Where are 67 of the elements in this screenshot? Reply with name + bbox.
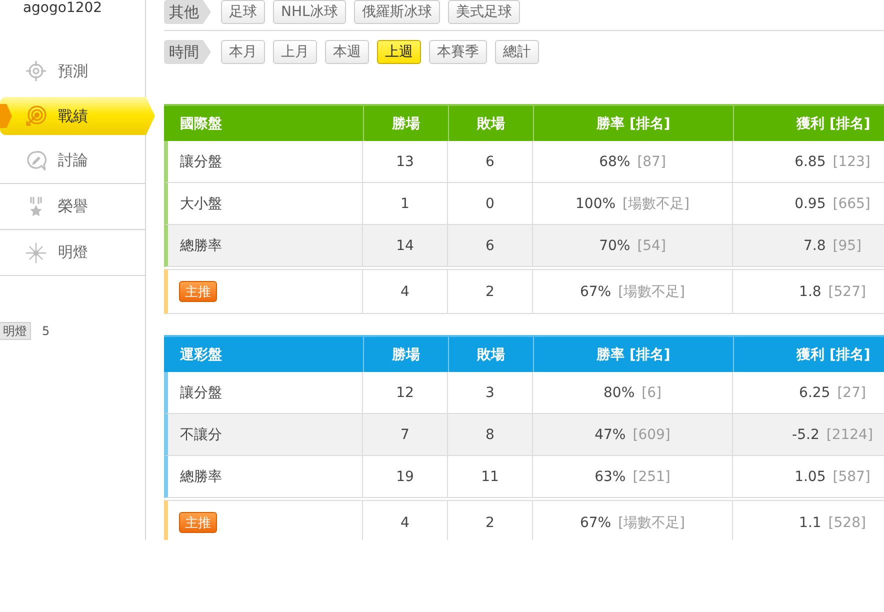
table-cell: 1.05 [587] [733,456,884,497]
crosshair-icon [25,60,47,82]
filter-button[interactable]: 上週 [377,40,421,64]
table-cell: 4 [363,270,448,313]
table-cell: 14 [363,225,448,266]
stat-count: 5 [42,324,50,338]
filter-button[interactable]: 足球 [221,0,265,24]
target-icon [25,105,47,127]
filter-button[interactable]: 總計 [495,40,539,64]
column-header: 國際盤 [179,114,223,134]
table-cell: 12 [363,372,448,413]
row-label: 總勝率 [168,225,363,266]
speech-bubble-icon [25,150,47,172]
table-cell: 47% [609] [533,414,733,455]
table-cell: 100% [場數不足] [533,183,733,224]
table-cell: 19 [363,456,448,497]
filter-button[interactable]: 本月 [221,40,265,64]
table-cell: 1.1 [528] [733,501,884,540]
sparkle-icon [25,242,47,264]
row-label: 大小盤 [168,183,363,224]
table-cell: 68% [87] [533,141,733,182]
nav-item[interactable]: 戰績 [0,97,155,135]
table-cell: 2 [448,501,533,540]
table-cell: 0.95 [665] [733,183,884,224]
table-cell: 63% [251] [533,456,733,497]
row-label: 總勝率 [168,456,363,497]
stat-tag: 明燈 [0,322,31,340]
table-cell: 67% [場數不足] [533,501,733,540]
table-cell: 6 [448,141,533,182]
row-label: 讓分盤 [168,372,363,413]
table-cell: 7.8 [95] [733,225,884,266]
filter-button[interactable]: 本週 [325,40,369,64]
filter-button[interactable]: 俄羅斯冰球 [354,0,440,24]
table-cell: 1 [363,183,448,224]
featured-badge: 主推 [179,512,217,533]
table-cell: 2 [448,270,533,313]
filter-button[interactable]: 上月 [273,40,317,64]
featured-badge: 主推 [179,281,217,302]
nav-item[interactable]: 討論 [0,138,145,184]
column-header: 運彩盤 [179,346,223,364]
filter-button[interactable]: NHL冰球 [273,0,346,24]
username: agogo1202 [22,0,102,17]
nav-item[interactable]: 明燈 [0,230,145,276]
nav-item[interactable]: 預測 [0,48,145,94]
pointer-icon [0,104,12,128]
row-label: 不讓分 [168,414,363,455]
table-cell: 6.25 [27] [733,372,884,413]
table-cell: 6 [448,225,533,266]
table-cell: 3 [448,372,533,413]
filter-label: 其他 [164,0,211,24]
table-cell: 80% [6] [533,372,733,413]
table-cell: 8 [448,414,533,455]
table-cell: 11 [448,456,533,497]
table-cell: 4 [363,501,448,540]
table-cell: 1.8 [527] [733,270,884,313]
table-cell: -5.2 [2124] [733,414,884,455]
table-cell: 0 [448,183,533,224]
filter-button[interactable]: 本賽季 [429,40,487,64]
table-cell: 70% [54] [533,225,733,266]
filter-button[interactable]: 美式足球 [448,0,520,24]
filter-label: 時間 [164,40,211,64]
table-cell: 6.85 [123] [733,141,884,182]
table-cell: 13 [363,141,448,182]
table-cell: 67% [場數不足] [533,270,733,313]
table-cell: 7 [363,414,448,455]
nav-item[interactable]: 榮譽 [0,184,145,230]
row-label: 讓分盤 [168,141,363,182]
